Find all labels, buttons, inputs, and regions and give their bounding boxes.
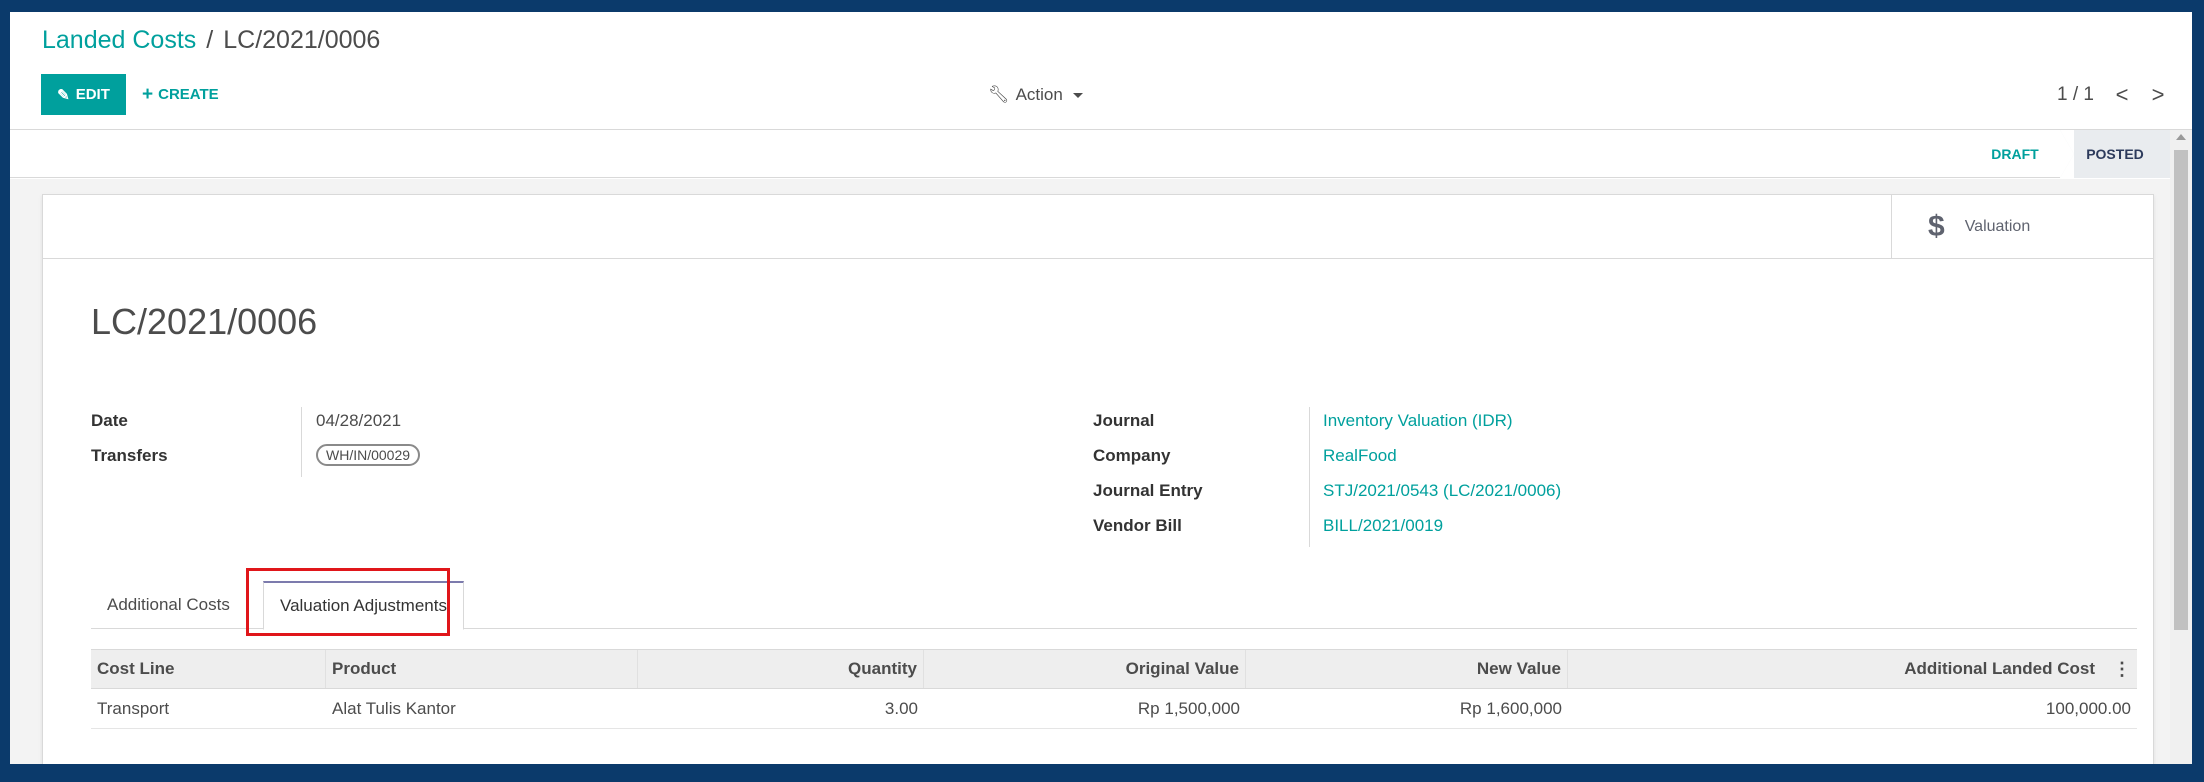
breadcrumb-current: LC/2021/0006 <box>223 26 381 54</box>
pager-value[interactable]: 1 / 1 <box>2057 84 2094 106</box>
vertical-scrollbar[interactable] <box>2170 130 2192 764</box>
record-title: LC/2021/0006 <box>91 301 318 342</box>
create-button-label: CREATE <box>158 86 219 103</box>
breadcrumb-separator: / <box>206 26 214 54</box>
plus-icon: + <box>142 83 154 105</box>
vendor-bill-value-link[interactable]: BILL/2021/0019 <box>1323 516 1443 536</box>
edit-button[interactable]: ✎ EDIT <box>41 74 126 115</box>
tab-additional-costs[interactable]: Additional Costs <box>91 581 246 629</box>
stage-posted[interactable]: POSTED <box>2060 130 2170 178</box>
date-value: 04/28/2021 <box>316 411 402 430</box>
create-button[interactable]: + CREATE <box>142 74 219 115</box>
journal-label: Journal <box>1093 411 1155 430</box>
valuation-button[interactable]: $ Valuation <box>1891 195 2153 258</box>
edit-button-label: EDIT <box>75 86 110 103</box>
column-header-quantity[interactable]: Quantity <box>638 650 924 688</box>
journal-entry-value-link[interactable]: STJ/2021/0543 (LC/2021/0006) <box>1323 481 1561 501</box>
cell-cost-line: Transport <box>97 698 170 718</box>
journal-value-link[interactable]: Inventory Valuation (IDR) <box>1323 411 1513 431</box>
column-header-original-value[interactable]: Original Value <box>924 650 1246 688</box>
cell-original-value: Rp 1,500,000 <box>1137 698 1240 718</box>
action-dropdown[interactable]: 🔧︎ Action <box>988 78 1083 112</box>
column-header-product[interactable]: Product <box>326 650 638 688</box>
breadcrumb: Landed Costs / LC/2021/0006 <box>42 26 380 55</box>
column-header-cost-line[interactable]: Cost Line <box>91 650 326 688</box>
control-panel: Landed Costs / LC/2021/0006 ✎ EDIT + CRE… <box>10 12 2192 130</box>
valuation-adjustments-table: Cost Line Product Quantity Original Valu… <box>91 649 2137 729</box>
date-label: Date <box>91 411 128 430</box>
valuation-label: Valuation <box>1964 217 2031 235</box>
cell-product: Alat Tulis Kantor <box>332 698 456 718</box>
dollar-icon: $ <box>1928 209 1945 243</box>
table-header: Cost Line Product Quantity Original Valu… <box>91 649 2137 689</box>
column-header-additional-landed-cost-label: Additional Landed Cost <box>1904 659 2095 678</box>
pencil-icon: ✎ <box>57 86 70 104</box>
cell-additional-landed-cost: 100,000.00 <box>2045 698 2131 718</box>
cell-new-value: Rp 1,600,000 <box>1459 698 1562 718</box>
stage-draft[interactable]: DRAFT <box>1970 130 2074 178</box>
form-sheet: $ Valuation LC/2021/0006 Date Transfers … <box>42 194 2154 764</box>
status-bar: DRAFT POSTED <box>10 130 2170 178</box>
breadcrumb-parent-link[interactable]: Landed Costs <box>42 26 196 55</box>
wrench-icon: 🔧︎ <box>988 85 1010 104</box>
journal-entry-label: Journal Entry <box>1093 481 1203 500</box>
action-label: Action <box>1015 85 1063 104</box>
left-group-divider <box>301 407 302 477</box>
chevron-right-icon[interactable]: > <box>2150 82 2166 108</box>
vendor-bill-label: Vendor Bill <box>1093 516 1182 535</box>
chevron-left-icon[interactable]: < <box>2114 82 2130 108</box>
caret-down-icon <box>1072 92 1083 98</box>
scroll-thumb[interactable] <box>2174 150 2188 630</box>
app-window: Landed Costs / LC/2021/0006 ✎ EDIT + CRE… <box>10 12 2192 764</box>
company-label: Company <box>1093 446 1171 465</box>
scroll-up-arrow-icon[interactable] <box>2176 134 2186 140</box>
pager: 1 / 1 < > <box>2057 78 2166 112</box>
company-value-link[interactable]: RealFood <box>1323 446 1397 466</box>
right-group-divider <box>1309 407 1310 547</box>
column-header-new-value[interactable]: New Value <box>1246 650 1568 688</box>
transfer-tag[interactable]: WH/IN/00029 <box>316 444 421 466</box>
cell-quantity: 3.00 <box>884 698 918 718</box>
table-row[interactable]: Transport Alat Tulis Kantor 3.00 Rp 1,50… <box>91 689 2137 729</box>
annotation-highlight-box <box>246 568 450 636</box>
transfers-label: Transfers <box>91 446 168 465</box>
column-options-icon[interactable]: ⋮ <box>2113 659 2131 680</box>
button-box: $ Valuation <box>43 195 2153 259</box>
column-header-additional-landed-cost[interactable]: Additional Landed Cost ⋮ <box>1568 650 2137 688</box>
